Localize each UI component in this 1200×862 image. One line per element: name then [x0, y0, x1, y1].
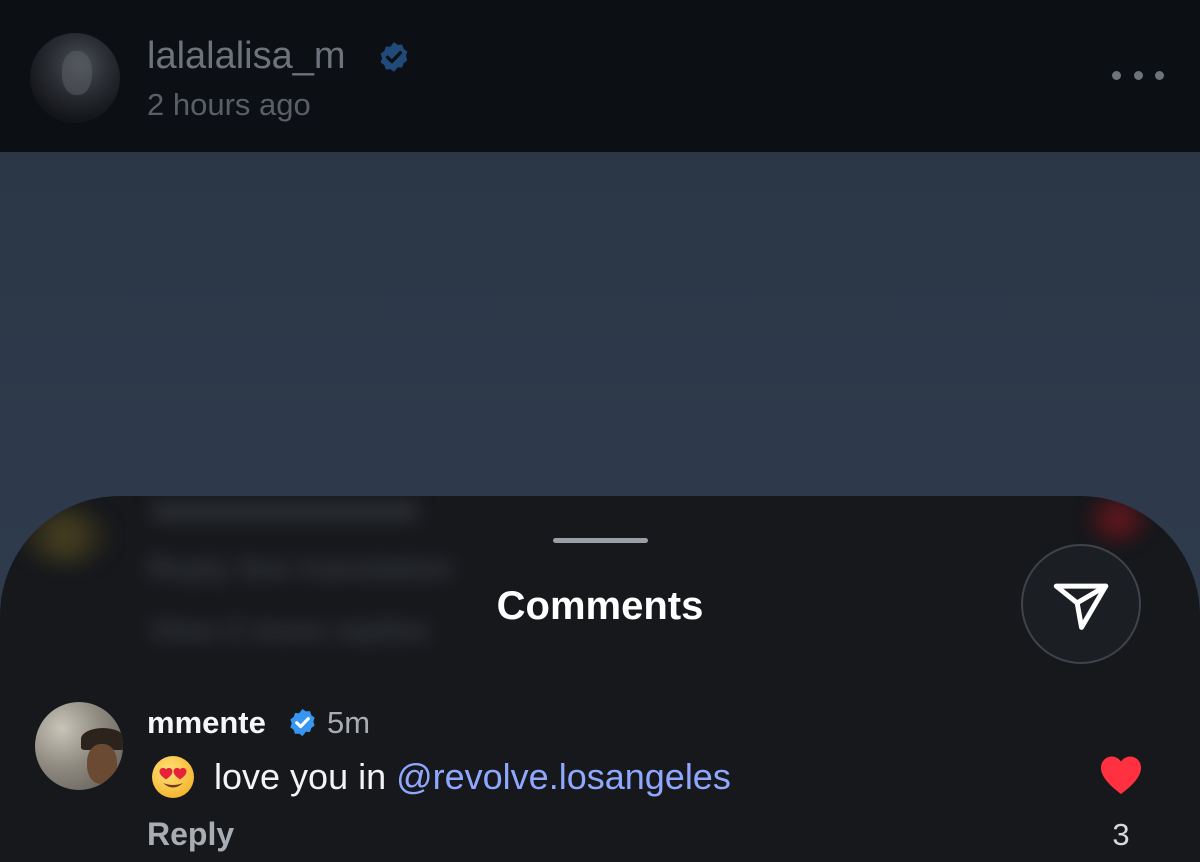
comment-body: love you in @revolve.losangeles: [150, 754, 731, 800]
heart-like-icon[interactable]: [1098, 754, 1144, 796]
author-avatar-face: [62, 51, 92, 95]
more-dots-icon: [1112, 70, 1121, 80]
more-dots-icon: [1133, 70, 1143, 80]
commenter-avatar[interactable]: [35, 702, 123, 790]
sheet-title: Comments: [496, 584, 704, 628]
comment-item: mmente 5m love you in @revolve.losangele…: [0, 694, 1200, 862]
author-username[interactable]: lalalalisa_m: [147, 34, 346, 78]
comment-timestamp: 5m: [327, 705, 371, 740]
comments-sheet: Reply See translation View 2 more replie…: [0, 496, 1200, 862]
avatar-face: [87, 744, 117, 784]
like-count: 3: [1112, 817, 1130, 852]
more-dots-icon: [1155, 70, 1164, 80]
verified-badge-icon: [380, 42, 408, 72]
blurred-like-icon: [1088, 496, 1148, 542]
blurred-avatar: [20, 506, 110, 566]
verified-badge-icon: [290, 708, 315, 737]
comment-mention-link[interactable]: @revolve.losangeles: [396, 755, 731, 799]
post-header: lalalalisa_m 2 hours ago: [0, 0, 1200, 152]
blurred-actions: Reply See translation: [148, 552, 454, 585]
more-options-button[interactable]: [1112, 60, 1164, 90]
reply-button[interactable]: Reply: [147, 814, 234, 854]
author-avatar[interactable]: [30, 33, 120, 123]
commenter-username[interactable]: mmente: [147, 704, 266, 742]
heart-eyes-emoji-icon: [152, 756, 194, 798]
send-icon: [1053, 583, 1109, 630]
post-timestamp: 2 hours ago: [147, 87, 311, 122]
comment-text: love you in: [214, 756, 387, 797]
blurred-username: [150, 500, 420, 522]
share-button[interactable]: [1021, 544, 1141, 664]
sheet-drag-handle[interactable]: [553, 538, 648, 543]
